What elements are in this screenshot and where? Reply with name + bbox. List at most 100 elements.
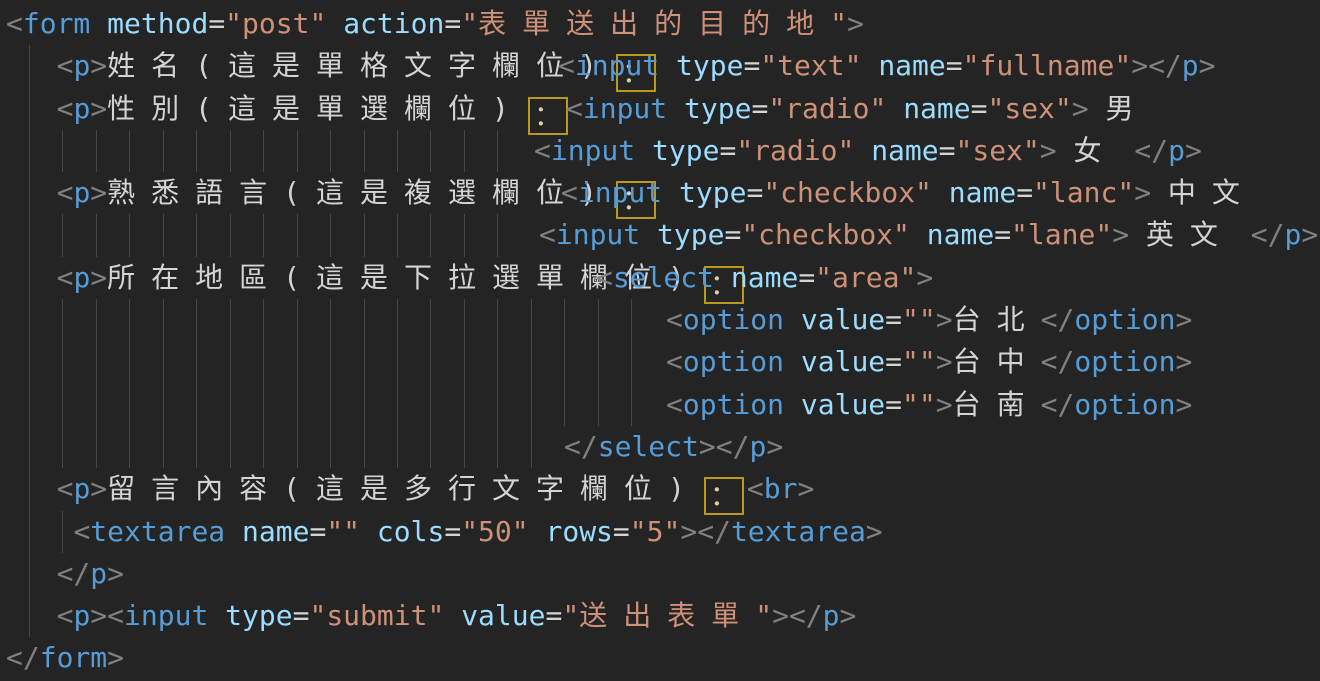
indent-guide <box>62 341 63 383</box>
code-line[interactable]: <input type="checkbox" name="lane"> 英文 <… <box>6 214 1320 256</box>
code-token: < <box>558 49 575 82</box>
code-token: < <box>73 515 90 548</box>
indent-guide <box>62 426 63 468</box>
code-token: br <box>764 472 798 505</box>
code-token: input <box>575 49 659 82</box>
code-token <box>910 218 927 251</box>
code-token: = <box>971 92 988 125</box>
code-line[interactable]: <p>姓名(這是單格文字欄位)：<input type="text" name=… <box>6 45 1320 87</box>
indent-guide <box>330 384 331 426</box>
code-token <box>932 176 949 209</box>
indent-guide <box>397 299 398 341</box>
code-token: = <box>1016 176 1033 209</box>
indent-guide <box>263 214 264 256</box>
indent-guide <box>464 214 465 256</box>
code-token: = <box>746 176 763 209</box>
code-token: = <box>885 345 902 378</box>
code-token <box>6 515 73 548</box>
code-token: option <box>683 388 784 421</box>
code-run: <p>性別(這是單選欄位)： <box>6 92 571 125</box>
code-token: select <box>613 261 714 294</box>
code-token: p <box>73 49 90 82</box>
indent-guide <box>598 384 599 426</box>
code-line[interactable]: <form method="post" action="表單送出的目的地"> <box>6 3 1320 45</box>
code-token <box>529 515 546 548</box>
code-line[interactable]: <option value="">台中</option> <box>6 341 1320 383</box>
code-token: </ <box>1041 388 1075 421</box>
code-token: > <box>90 599 107 632</box>
code-token <box>1057 134 1074 167</box>
unicode-highlight-box: ： <box>704 477 744 515</box>
code-token: option <box>1074 345 1175 378</box>
code-run: </form> <box>6 641 124 674</box>
code-line[interactable]: </select></p> <box>6 426 1320 468</box>
code-token: 表單送出的目的地 <box>478 7 830 40</box>
code-token: " <box>562 599 579 632</box>
code-token: form <box>40 641 107 674</box>
code-token: </ <box>57 557 91 590</box>
code-token: 中文 <box>1168 176 1256 209</box>
code-token: > <box>1040 134 1057 167</box>
code-line[interactable]: <option value="">台北</option> <box>6 299 1320 341</box>
code-token: p <box>1285 218 1302 251</box>
code-token: </ <box>564 430 598 463</box>
code-line[interactable]: <p>熟悉語言(這是複選欄位)：<input type="checkbox" n… <box>6 172 1320 214</box>
code-token: name <box>949 176 1016 209</box>
code-token: = <box>946 49 963 82</box>
code-token <box>784 388 801 421</box>
code-token <box>854 134 871 167</box>
code-token: = <box>293 599 310 632</box>
code-token: < <box>57 599 74 632</box>
code-line[interactable]: <p>性別(這是單選欄位)：<input type="radio" name="… <box>6 88 1320 130</box>
code-token: = <box>444 515 461 548</box>
code-token: "sex" <box>955 134 1039 167</box>
indent-guide <box>364 341 365 383</box>
code-line[interactable]: <p>留言內容(這是多行文字欄位)：<br> <box>6 468 1320 510</box>
indent-guide <box>29 299 30 341</box>
code-line[interactable]: <p><input type="submit" value="送出表單"></p… <box>6 595 1320 637</box>
indent-guide <box>230 384 231 426</box>
indent-guide <box>464 299 465 341</box>
code-token: = <box>798 261 815 294</box>
code-token: name <box>903 92 970 125</box>
code-token: p <box>823 599 840 632</box>
indent-guide <box>263 426 264 468</box>
code-line[interactable]: <input type="radio" name="sex"> 女 </p> <box>6 130 1320 172</box>
code-token <box>861 49 878 82</box>
indent-guide <box>297 426 298 468</box>
code-token: = <box>751 92 768 125</box>
code-line[interactable]: <textarea name="" cols="50" rows="5"></t… <box>6 511 1320 553</box>
code-token <box>1129 218 1146 251</box>
code-run: <textarea name="" cols="50" rows="5"></t… <box>6 515 883 548</box>
code-token: select <box>598 430 699 463</box>
indent-guide <box>564 341 565 383</box>
indent-guide <box>163 214 164 256</box>
code-token: > <box>1131 49 1148 82</box>
code-token: type <box>676 49 743 82</box>
code-line[interactable]: </p> <box>6 553 1320 595</box>
indent-guide <box>531 299 532 341</box>
code-token: " <box>461 7 478 40</box>
code-token: > <box>680 515 697 548</box>
code-token: = <box>309 515 326 548</box>
indent-guide <box>430 426 431 468</box>
code-token <box>326 7 343 40</box>
indent-guide <box>397 130 398 172</box>
code-token: < <box>534 134 551 167</box>
code-token <box>6 261 57 294</box>
code-token: 男 <box>1106 92 1150 125</box>
code-token: < <box>57 472 74 505</box>
code-line[interactable]: <option value="">台南</option> <box>6 384 1320 426</box>
code-editor[interactable]: <form method="post" action="表單送出的目的地"> <… <box>0 0 1320 681</box>
indent-guide <box>196 130 197 172</box>
code-line[interactable]: </form> <box>6 637 1320 679</box>
indent-guide <box>129 214 130 256</box>
code-token: cols <box>377 515 444 548</box>
code-line[interactable]: <p>所在地區(這是下拉選單欄位)：<select name="area"> <box>6 257 1320 299</box>
code-token <box>90 7 107 40</box>
indent-guide <box>297 130 298 172</box>
indent-guide <box>196 426 197 468</box>
code-run: <select name="area"> <box>596 257 933 299</box>
indent-guide <box>129 426 130 468</box>
code-token <box>444 599 461 632</box>
